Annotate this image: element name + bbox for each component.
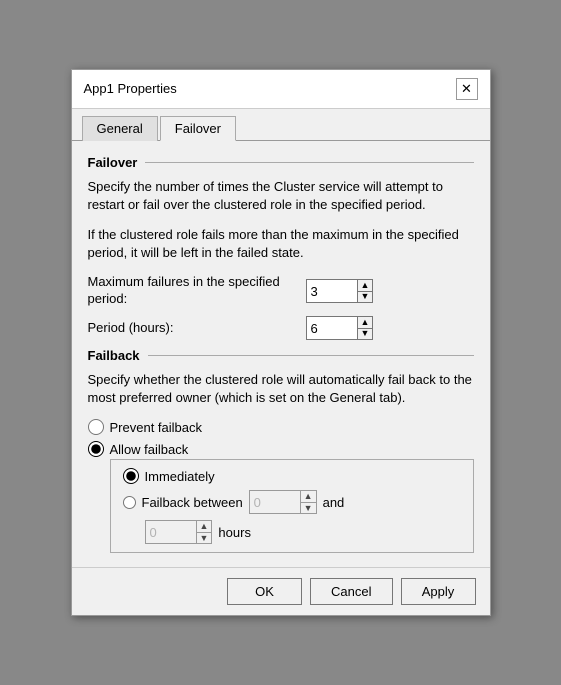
title-bar: App1 Properties ✕ bbox=[72, 70, 490, 109]
between-input1[interactable] bbox=[250, 491, 300, 513]
dialog-footer: OK Cancel Apply bbox=[72, 567, 490, 615]
failover-divider bbox=[145, 162, 473, 163]
max-failures-input[interactable] bbox=[307, 280, 357, 302]
failback-between-radio[interactable] bbox=[123, 496, 136, 509]
ok-button[interactable]: OK bbox=[227, 578, 302, 605]
failover-desc1: Specify the number of times the Cluster … bbox=[88, 178, 474, 214]
allow-failback-box: Immediately Failback between ▲ ▼ bbox=[110, 459, 474, 553]
max-failures-up[interactable]: ▲ bbox=[358, 280, 373, 291]
prevent-failback-radio[interactable] bbox=[88, 419, 104, 435]
and-label: and bbox=[323, 495, 345, 510]
allow-failback-radio[interactable] bbox=[88, 441, 104, 457]
failover-desc2: If the clustered role fails more than th… bbox=[88, 226, 474, 262]
failback-between-label[interactable]: Failback between bbox=[142, 495, 243, 510]
failback-divider bbox=[148, 355, 474, 356]
between-spinner1: ▲ ▼ bbox=[249, 490, 317, 514]
cancel-button[interactable]: Cancel bbox=[310, 578, 392, 605]
period-down[interactable]: ▼ bbox=[358, 328, 373, 340]
period-up[interactable]: ▲ bbox=[358, 317, 373, 328]
failback-section: Failback Specify whether the clustered r… bbox=[88, 348, 474, 553]
failback-hours-row: ▲ ▼ hours bbox=[145, 520, 461, 544]
between-down1[interactable]: ▼ bbox=[301, 502, 316, 514]
allow-failback-container: Allow failback Immediately Failback betw… bbox=[88, 441, 474, 553]
allow-failback-label[interactable]: Allow failback bbox=[110, 442, 189, 457]
max-failures-down[interactable]: ▼ bbox=[358, 291, 373, 303]
app1-properties-dialog: App1 Properties ✕ General Failover Failo… bbox=[71, 69, 491, 617]
period-input[interactable] bbox=[307, 317, 357, 339]
dialog-title: App1 Properties bbox=[84, 81, 177, 96]
between-spinner2: ▲ ▼ bbox=[145, 520, 213, 544]
max-failures-row: Maximum failures in the specified period… bbox=[88, 274, 474, 308]
between-down2[interactable]: ▼ bbox=[197, 532, 212, 544]
tab-failover[interactable]: Failover bbox=[160, 116, 236, 141]
prevent-failback-row: Prevent failback bbox=[88, 419, 474, 435]
tab-general[interactable]: General bbox=[82, 116, 158, 141]
max-failures-spinbtn: ▲ ▼ bbox=[357, 280, 373, 302]
prevent-failback-label[interactable]: Prevent failback bbox=[110, 420, 203, 435]
tabs-bar: General Failover bbox=[72, 109, 490, 141]
failback-radio-group: Prevent failback Allow failback Immediat… bbox=[88, 419, 474, 553]
period-spinbtn: ▲ ▼ bbox=[357, 317, 373, 339]
failback-between-row: Failback between ▲ ▼ and bbox=[123, 490, 461, 514]
hours-label: hours bbox=[218, 525, 251, 540]
apply-button[interactable]: Apply bbox=[401, 578, 476, 605]
failover-section-header: Failover bbox=[88, 155, 474, 170]
immediately-radio[interactable] bbox=[123, 468, 139, 484]
max-failures-spinner: ▲ ▼ bbox=[306, 279, 374, 303]
period-label: Period (hours): bbox=[88, 320, 298, 337]
between-up2[interactable]: ▲ bbox=[197, 521, 212, 532]
between-spinbtn2: ▲ ▼ bbox=[196, 521, 212, 543]
between-input2[interactable] bbox=[146, 521, 196, 543]
immediately-row: Immediately bbox=[123, 468, 461, 484]
between-up1[interactable]: ▲ bbox=[301, 491, 316, 502]
allow-failback-row: Allow failback bbox=[88, 441, 474, 457]
between-spinbtn1: ▲ ▼ bbox=[300, 491, 316, 513]
tab-content: Failover Specify the number of times the… bbox=[72, 141, 490, 568]
failback-desc: Specify whether the clustered role will … bbox=[88, 371, 474, 407]
max-failures-label: Maximum failures in the specified period… bbox=[88, 274, 298, 308]
immediately-label[interactable]: Immediately bbox=[145, 469, 215, 484]
period-spinner: ▲ ▼ bbox=[306, 316, 374, 340]
period-row: Period (hours): ▲ ▼ bbox=[88, 316, 474, 340]
failback-section-header: Failback bbox=[88, 348, 474, 363]
close-button[interactable]: ✕ bbox=[456, 78, 478, 100]
